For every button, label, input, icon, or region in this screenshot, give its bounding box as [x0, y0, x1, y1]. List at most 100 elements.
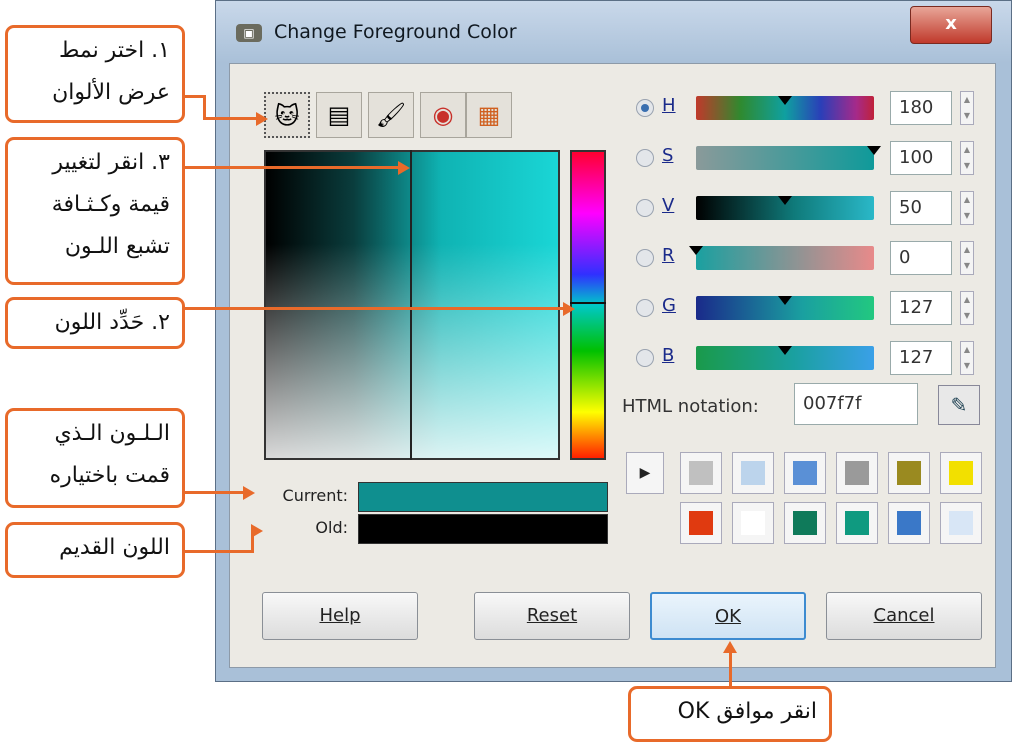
- connector-line: [185, 307, 565, 310]
- html-notation-label: HTML notation:: [622, 396, 759, 417]
- history-swatch[interactable]: [940, 452, 982, 494]
- callout-adjust-value: ٣. انقر لتغيير قيمة وكـثـافة تشبع اللـون: [5, 137, 185, 285]
- slider-marker-g[interactable]: [778, 296, 792, 305]
- channel-label-r: R: [662, 245, 675, 266]
- html-notation-input[interactable]: 007f7f: [794, 383, 918, 425]
- value-input-v[interactable]: 50: [890, 191, 952, 225]
- spin-buttons-b[interactable]: ▲ ▼: [960, 341, 974, 375]
- current-color-swatch: [358, 482, 608, 512]
- connector-line: [203, 95, 206, 119]
- history-swatch[interactable]: [680, 452, 722, 494]
- value-input-g[interactable]: 127: [890, 291, 952, 325]
- value-input-s[interactable]: 100: [890, 141, 952, 175]
- history-swatch[interactable]: [940, 502, 982, 544]
- cancel-button[interactable]: Cancel: [826, 592, 982, 640]
- spin-buttons-v[interactable]: ▲ ▼: [960, 191, 974, 225]
- eyedropper-icon: ✎: [950, 393, 968, 417]
- radio-b[interactable]: [636, 349, 654, 367]
- connector-arrow: [723, 641, 737, 653]
- tab-wheel-selector[interactable]: ◉: [420, 92, 466, 138]
- sliders-icon: ▤: [327, 101, 351, 129]
- channel-label-g: G: [662, 295, 676, 316]
- connector-arrow: [563, 302, 575, 316]
- title-bar: ▣ Change Foreground Color x: [216, 1, 1011, 63]
- radio-h[interactable]: [636, 99, 654, 117]
- history-swatch[interactable]: [680, 502, 722, 544]
- channel-label-v: V: [662, 195, 675, 216]
- brush-icon: 🖌: [375, 101, 407, 129]
- saturation-value-area[interactable]: [264, 150, 560, 460]
- old-label: Old:: [315, 518, 348, 537]
- history-color: [949, 511, 973, 535]
- current-label: Current:: [282, 486, 348, 505]
- tab-watercolor-selector[interactable]: 🖌: [368, 92, 414, 138]
- radio-v[interactable]: [636, 199, 654, 217]
- tab-cmyk-selector[interactable]: ▤: [316, 92, 362, 138]
- tab-palette-selector[interactable]: ▦: [466, 92, 512, 138]
- value-input-r[interactable]: 0: [890, 241, 952, 275]
- color-wheel-icon: ◉: [432, 101, 454, 129]
- close-button[interactable]: x: [910, 6, 992, 44]
- gimp-icon: 🐱: [274, 102, 300, 130]
- slider-marker-b[interactable]: [778, 346, 792, 355]
- channel-label-h: H: [662, 95, 676, 116]
- callout-select-mode: ١. اختر نمط عرض الألوان: [5, 25, 185, 123]
- history-color: [689, 461, 713, 485]
- reset-button[interactable]: Reset: [474, 592, 630, 640]
- spin-buttons-s[interactable]: ▲ ▼: [960, 141, 974, 175]
- channel-label-s: S: [662, 145, 674, 166]
- history-swatch[interactable]: [784, 452, 826, 494]
- slider-marker-h[interactable]: [778, 96, 792, 105]
- history-swatch[interactable]: [836, 452, 878, 494]
- slider-r[interactable]: [696, 246, 874, 270]
- connector-line: [203, 117, 258, 120]
- history-color: [793, 511, 817, 535]
- history-color: [897, 511, 921, 535]
- history-arrow-button[interactable]: ▶: [626, 452, 664, 494]
- ok-button[interactable]: OK: [650, 592, 806, 640]
- palette-icon: ▦: [477, 101, 501, 129]
- spin-buttons-g[interactable]: ▲ ▼: [960, 291, 974, 325]
- sv-crosshair: [410, 150, 412, 460]
- slider-marker-v[interactable]: [778, 196, 792, 205]
- history-swatch[interactable]: [784, 502, 826, 544]
- history-color: [949, 461, 973, 485]
- history-color: [845, 461, 869, 485]
- connector-line: [729, 652, 732, 688]
- connector-arrow: [256, 112, 268, 126]
- connector-line: [185, 166, 401, 169]
- callout-selected-color: الـلـون الـذي قمت باختياره: [5, 408, 185, 508]
- connector-line: [185, 550, 253, 553]
- history-color: [689, 511, 713, 535]
- history-swatch[interactable]: [888, 502, 930, 544]
- slider-s[interactable]: [696, 146, 874, 170]
- history-swatch[interactable]: [732, 502, 774, 544]
- history-swatch[interactable]: [836, 502, 878, 544]
- hue-strip[interactable]: [570, 150, 606, 460]
- history-color: [741, 511, 765, 535]
- history-color: [793, 461, 817, 485]
- spin-buttons-h[interactable]: ▲ ▼: [960, 91, 974, 125]
- color-picker-button[interactable]: ✎: [938, 385, 980, 425]
- value-input-h[interactable]: 180: [890, 91, 952, 125]
- connector-arrow: [251, 524, 263, 538]
- history-swatch[interactable]: [732, 452, 774, 494]
- hue-marker: [570, 302, 606, 304]
- history-swatch[interactable]: [888, 452, 930, 494]
- radio-s[interactable]: [636, 149, 654, 167]
- tab-gimp-selector[interactable]: 🐱: [264, 92, 310, 138]
- slider-marker-s[interactable]: [867, 146, 881, 155]
- channel-label-b: B: [662, 345, 675, 366]
- connector-line: [185, 95, 205, 98]
- callout-old-color: اللون القديم: [5, 522, 185, 578]
- connector-line: [185, 491, 245, 494]
- window-title: Change Foreground Color: [274, 21, 517, 43]
- slider-marker-r[interactable]: [689, 246, 703, 255]
- radio-r[interactable]: [636, 249, 654, 267]
- radio-g[interactable]: [636, 299, 654, 317]
- help-button[interactable]: Help: [262, 592, 418, 640]
- value-input-b[interactable]: 127: [890, 341, 952, 375]
- callout-choose-color: ٢. حَدِّد اللون: [5, 297, 185, 349]
- spin-buttons-r[interactable]: ▲ ▼: [960, 241, 974, 275]
- history-color: [897, 461, 921, 485]
